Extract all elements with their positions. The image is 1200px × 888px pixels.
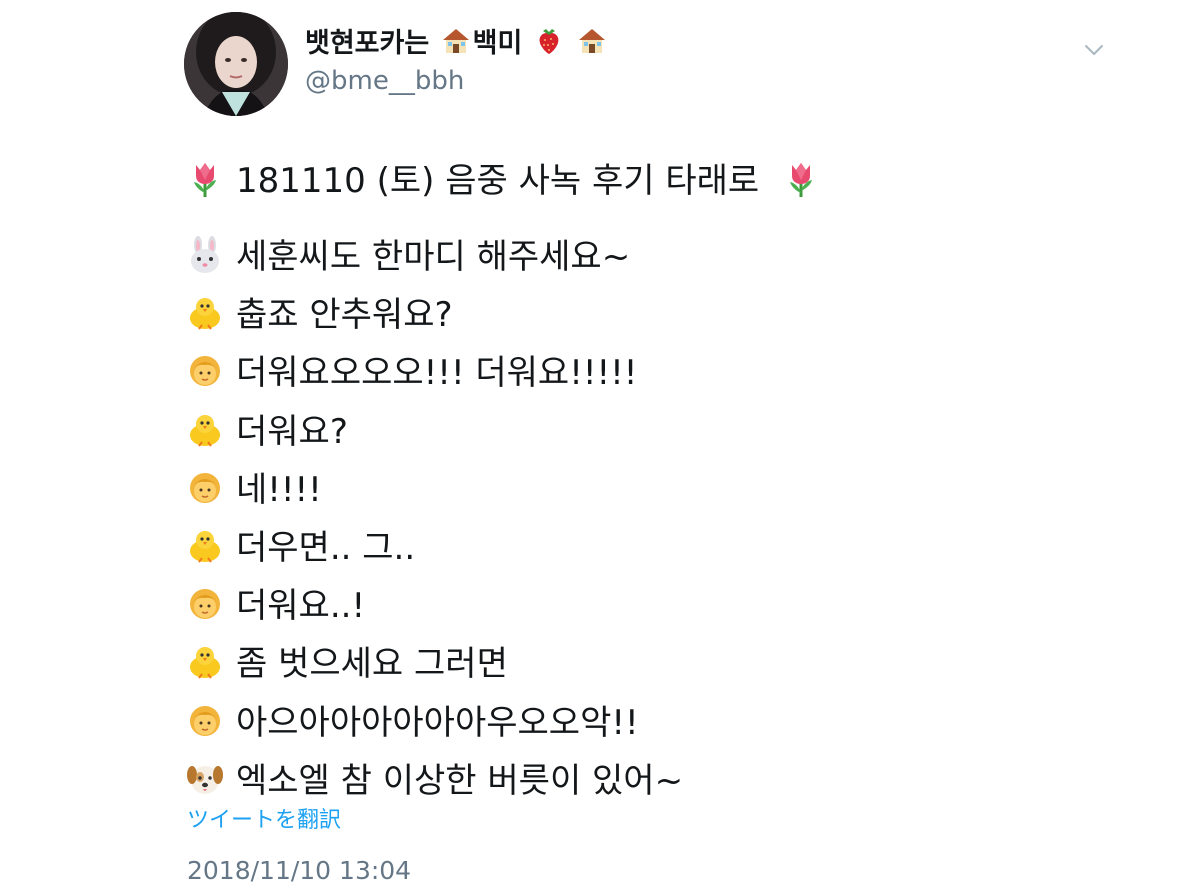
tulip-icon bbox=[782, 160, 820, 198]
tulip-icon bbox=[186, 160, 224, 198]
tweet-line: 더워요? bbox=[186, 405, 1176, 463]
tweet-line-text: 춥죠 안추워요? bbox=[236, 295, 453, 336]
tweet-line: 춥죠 안추워요? bbox=[186, 288, 1176, 346]
tweet-line: 아으아아아아아아우오오악!! bbox=[186, 696, 1176, 754]
girl-icon bbox=[186, 469, 224, 507]
chevron-down-icon[interactable] bbox=[1080, 36, 1108, 64]
chick-icon bbox=[186, 294, 224, 332]
chick-icon bbox=[186, 643, 224, 681]
tweet-title-text: 181110 (토) 음중 사녹 후기 타래로 bbox=[236, 161, 760, 201]
rabbit-icon bbox=[186, 236, 224, 274]
tweet-line-text: 엑소엘 참 이상한 버릇이 있어~ bbox=[236, 760, 684, 801]
tweet-line: 네!!!! bbox=[186, 463, 1176, 521]
author-name-text: 뱃현포카는 bbox=[305, 28, 430, 59]
author-name[interactable]: 뱃현포카는 백미 bbox=[305, 26, 609, 66]
tweet-body: 세훈씨도 한마디 해주세요~ 춥죠 안추워요? 더워요오오오!!! 더워요!!!… bbox=[186, 230, 1176, 812]
avatar[interactable] bbox=[184, 12, 288, 116]
dog-icon bbox=[186, 760, 224, 798]
tweet-line-text: 아으아아아아아아우오오악!! bbox=[236, 702, 639, 743]
girl-icon bbox=[186, 702, 224, 740]
tweet-title: 181110 (토) 음중 사녹 후기 타래로 bbox=[186, 156, 820, 206]
tweet-line: 세훈씨도 한마디 해주세요~ bbox=[186, 230, 1176, 288]
tweet: 뱃현포카는 백미 @bme__bbh 181110 (토) 음중 사녹 후기 타… bbox=[0, 0, 1200, 887]
tweet-line-text: 좀 벗으세요 그러면 bbox=[236, 644, 508, 685]
house-icon bbox=[577, 26, 607, 66]
tweet-line-text: 더워요오오오!!! 더워요!!!!! bbox=[236, 353, 638, 394]
tweet-line: 더워요오오오!!! 더워요!!!!! bbox=[186, 346, 1176, 404]
strawberry-icon bbox=[534, 26, 564, 66]
tweet-line-text: 더우면.. 그.. bbox=[236, 527, 416, 568]
tweet-line: 더우면.. 그.. bbox=[186, 521, 1176, 579]
chick-icon bbox=[186, 411, 224, 449]
author-name-text-2: 백미 bbox=[472, 28, 523, 59]
tweet-line: 좀 벗으세요 그러면 bbox=[186, 637, 1176, 695]
tweet-line: 엑소엘 참 이상한 버릇이 있어~ bbox=[186, 754, 1176, 812]
tweet-line-text: 세훈씨도 한마디 해주세요~ bbox=[236, 237, 631, 277]
girl-icon bbox=[186, 585, 224, 623]
tweet-line-text: 네!!!! bbox=[236, 469, 322, 510]
tweet-line-text: 더워요..! bbox=[236, 586, 366, 627]
chick-icon bbox=[186, 527, 224, 565]
tweet-line: 더워요..! bbox=[186, 579, 1176, 637]
timestamp[interactable]: 2018/11/10 13:04 bbox=[187, 854, 411, 888]
tweet-line-text: 더워요? bbox=[236, 411, 348, 452]
house-icon bbox=[441, 26, 471, 66]
girl-icon bbox=[186, 352, 224, 390]
author-handle[interactable]: @bme__bbh bbox=[305, 64, 464, 98]
translate-link[interactable]: ツイートを翻訳 bbox=[187, 806, 341, 836]
